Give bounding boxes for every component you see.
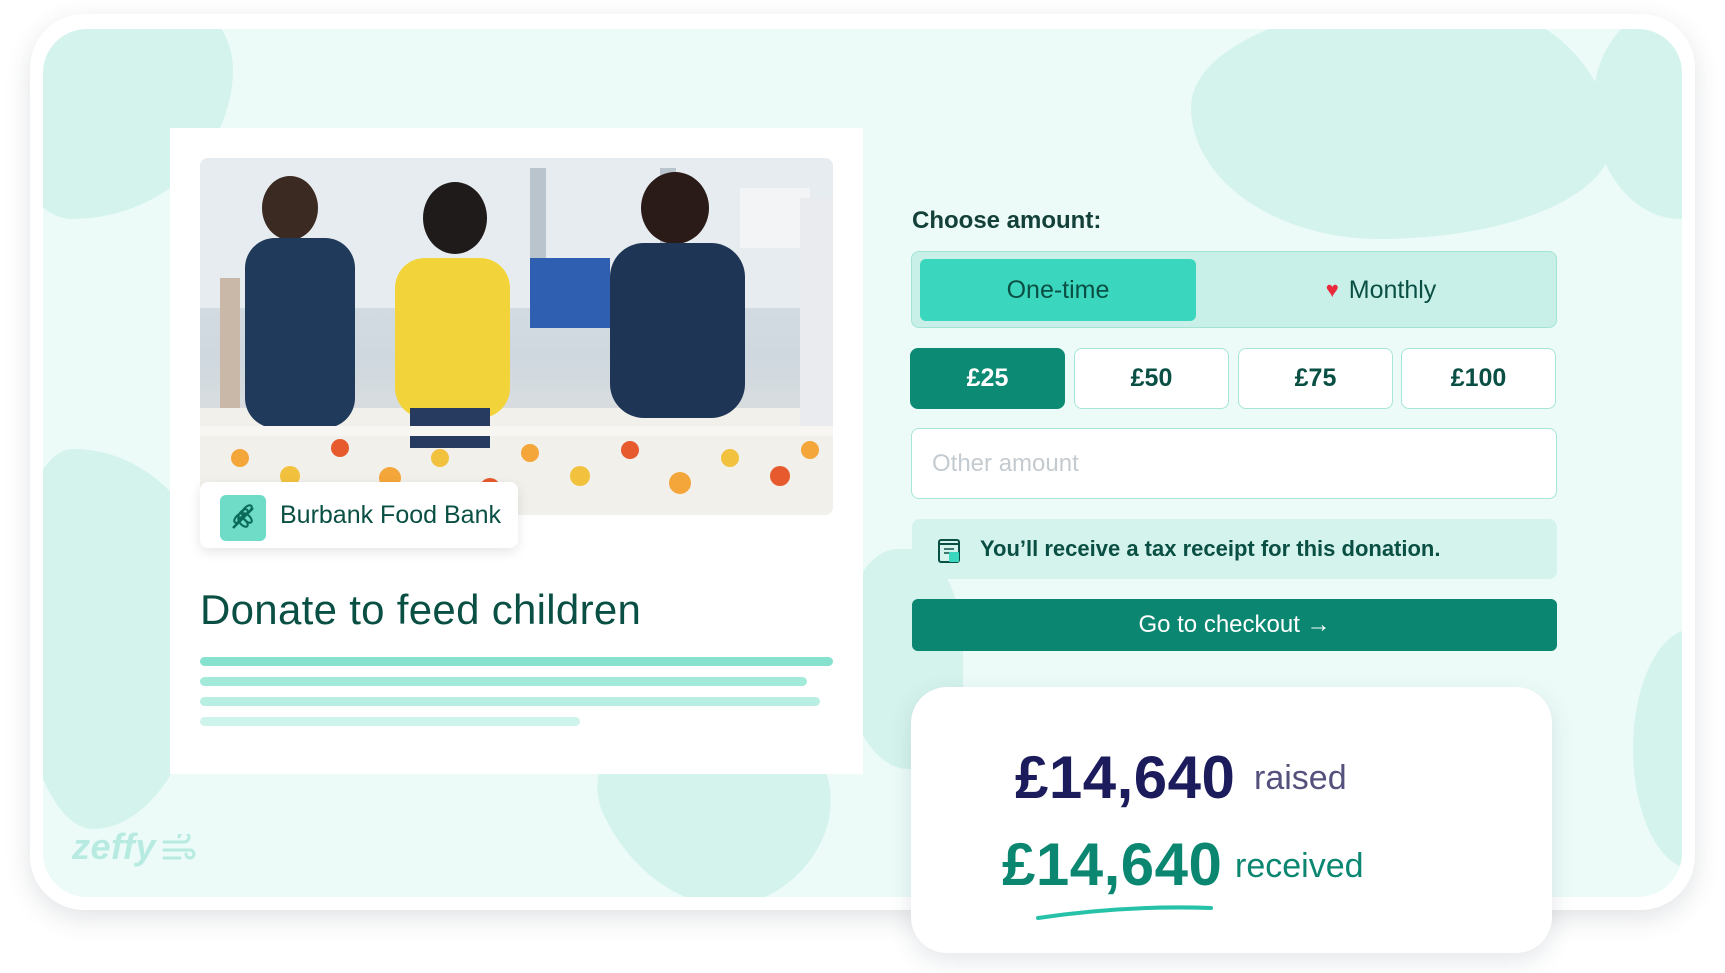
bg-blob bbox=[1593, 29, 1682, 219]
description-placeholder-line bbox=[200, 717, 580, 726]
frequency-toggle: One-time ♥ Monthly bbox=[911, 251, 1557, 328]
org-name: Burbank Food Bank bbox=[280, 501, 501, 529]
choose-amount-label: Choose amount: bbox=[912, 207, 1102, 234]
other-amount-input[interactable] bbox=[911, 428, 1557, 499]
raised-amount: £14,640 bbox=[1015, 744, 1236, 811]
amount-option-25[interactable]: £25 bbox=[910, 348, 1065, 409]
bg-blob bbox=[1191, 29, 1611, 239]
amount-option-75[interactable]: £75 bbox=[1238, 348, 1393, 409]
heart-icon: ♥ bbox=[1325, 277, 1339, 302]
amount-option-50[interactable]: £50 bbox=[1074, 348, 1229, 409]
underline-swoosh bbox=[1036, 905, 1213, 920]
amount-option-100[interactable]: £100 bbox=[1401, 348, 1556, 409]
campaign-title: Donate to feed children bbox=[200, 586, 642, 633]
one-time-tab[interactable]: One-time bbox=[920, 259, 1196, 321]
description-placeholder-line bbox=[200, 657, 833, 666]
stats-card: £14,640 raised £14,640 received bbox=[911, 687, 1552, 953]
monthly-label: Monthly bbox=[1348, 275, 1437, 304]
receipt-icon bbox=[936, 536, 962, 569]
description-placeholder-line bbox=[200, 697, 820, 706]
tax-receipt-text: You’ll receive a tax receipt for this do… bbox=[980, 536, 1441, 561]
checkout-button[interactable]: Go to checkout → bbox=[912, 599, 1557, 651]
campaign-photo bbox=[200, 158, 833, 515]
bg-blob bbox=[1633, 629, 1682, 869]
monthly-tab[interactable]: ♥ Monthly bbox=[1212, 259, 1550, 321]
received-amount: £14,640 bbox=[1002, 831, 1223, 898]
campaign-card: Burbank Food Bank Donate to feed childre… bbox=[170, 128, 863, 774]
brand-logo: zeffy bbox=[72, 826, 156, 867]
org-badge[interactable]: Burbank Food Bank bbox=[200, 482, 518, 548]
raised-label: raised bbox=[1254, 759, 1347, 797]
received-label: received bbox=[1235, 847, 1364, 885]
wind-icon bbox=[162, 834, 196, 860]
tax-receipt-note: You’ll receive a tax receipt for this do… bbox=[912, 519, 1557, 579]
wheat-icon bbox=[220, 495, 266, 541]
one-time-label: One-time bbox=[1006, 275, 1110, 304]
description-placeholder-line bbox=[200, 677, 807, 686]
